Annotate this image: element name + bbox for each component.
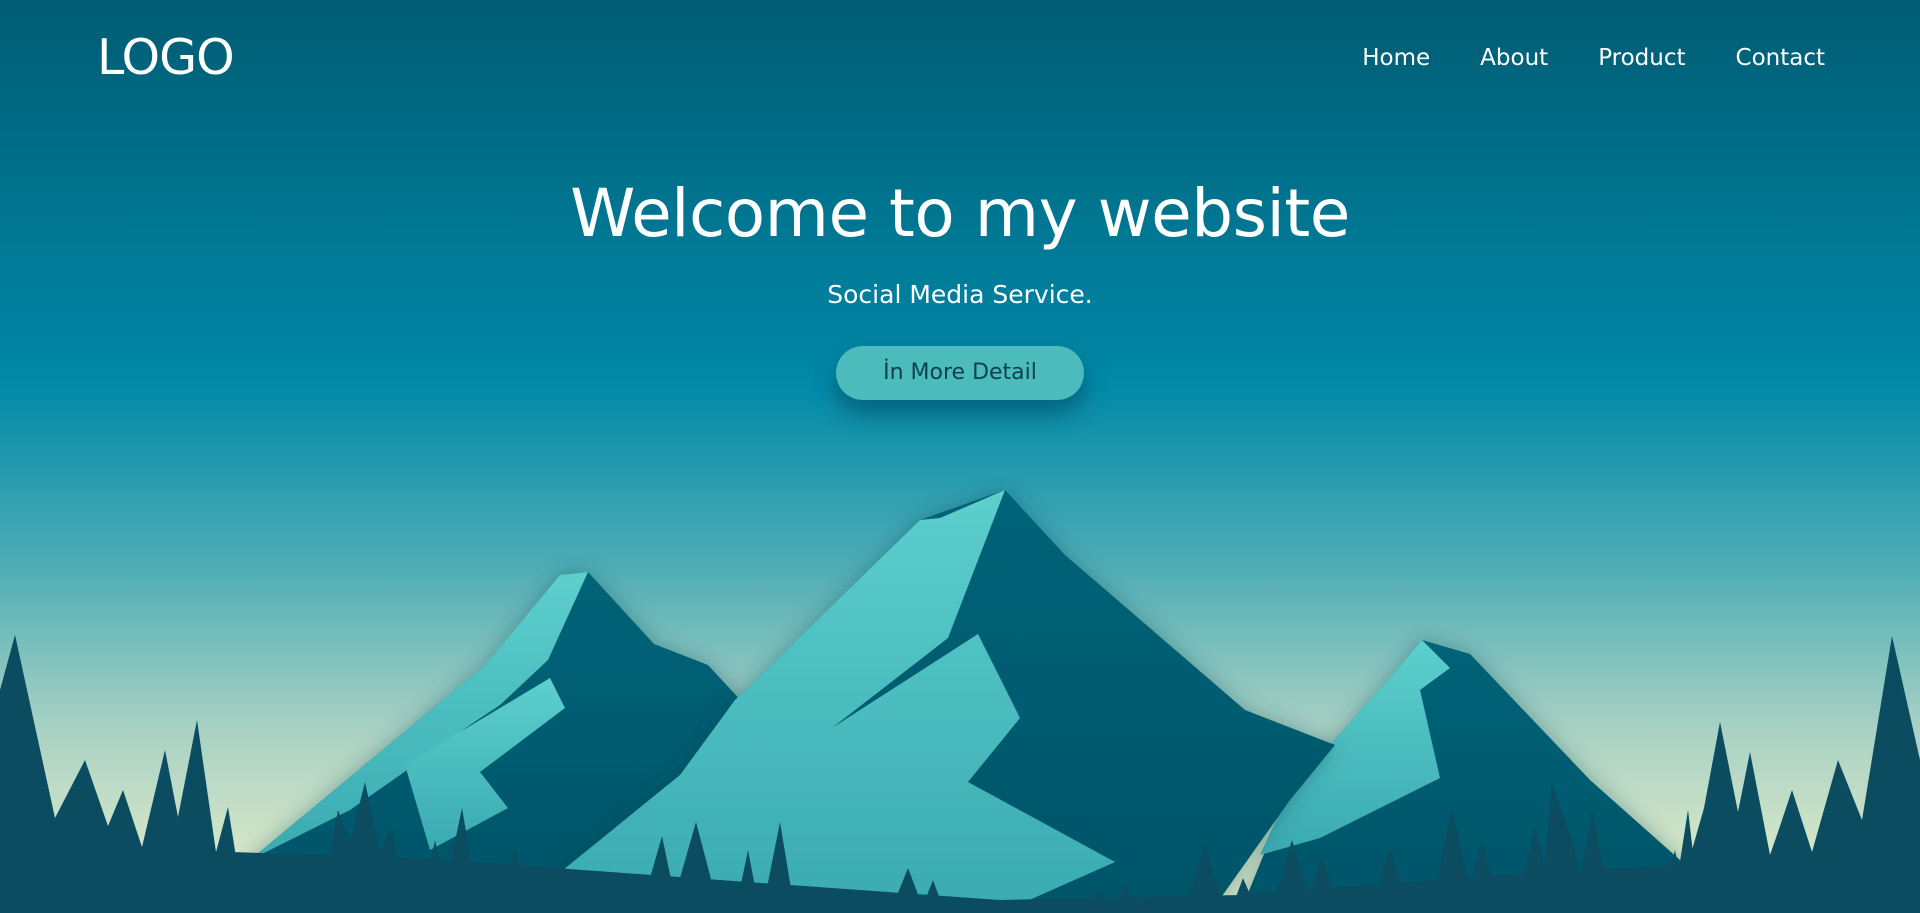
mountain-landscape-illustration: [0, 0, 1920, 913]
hero-subtitle: Social Media Service.: [827, 280, 1093, 309]
nav-link-contact[interactable]: Contact: [1736, 42, 1825, 74]
nav-link-about[interactable]: About: [1480, 42, 1548, 74]
nav-link-home[interactable]: Home: [1362, 42, 1430, 74]
hero-background: [0, 0, 1920, 913]
site-logo[interactable]: LOGO: [97, 24, 235, 92]
nav-link-product[interactable]: Product: [1598, 42, 1685, 74]
hero-section: Welcome to my website Social Media Servi…: [0, 168, 1920, 400]
more-detail-button[interactable]: İn More Detail: [836, 346, 1084, 400]
main-navigation: Home About Product Contact: [1362, 42, 1825, 74]
hero-title: Welcome to my website: [570, 175, 1350, 252]
